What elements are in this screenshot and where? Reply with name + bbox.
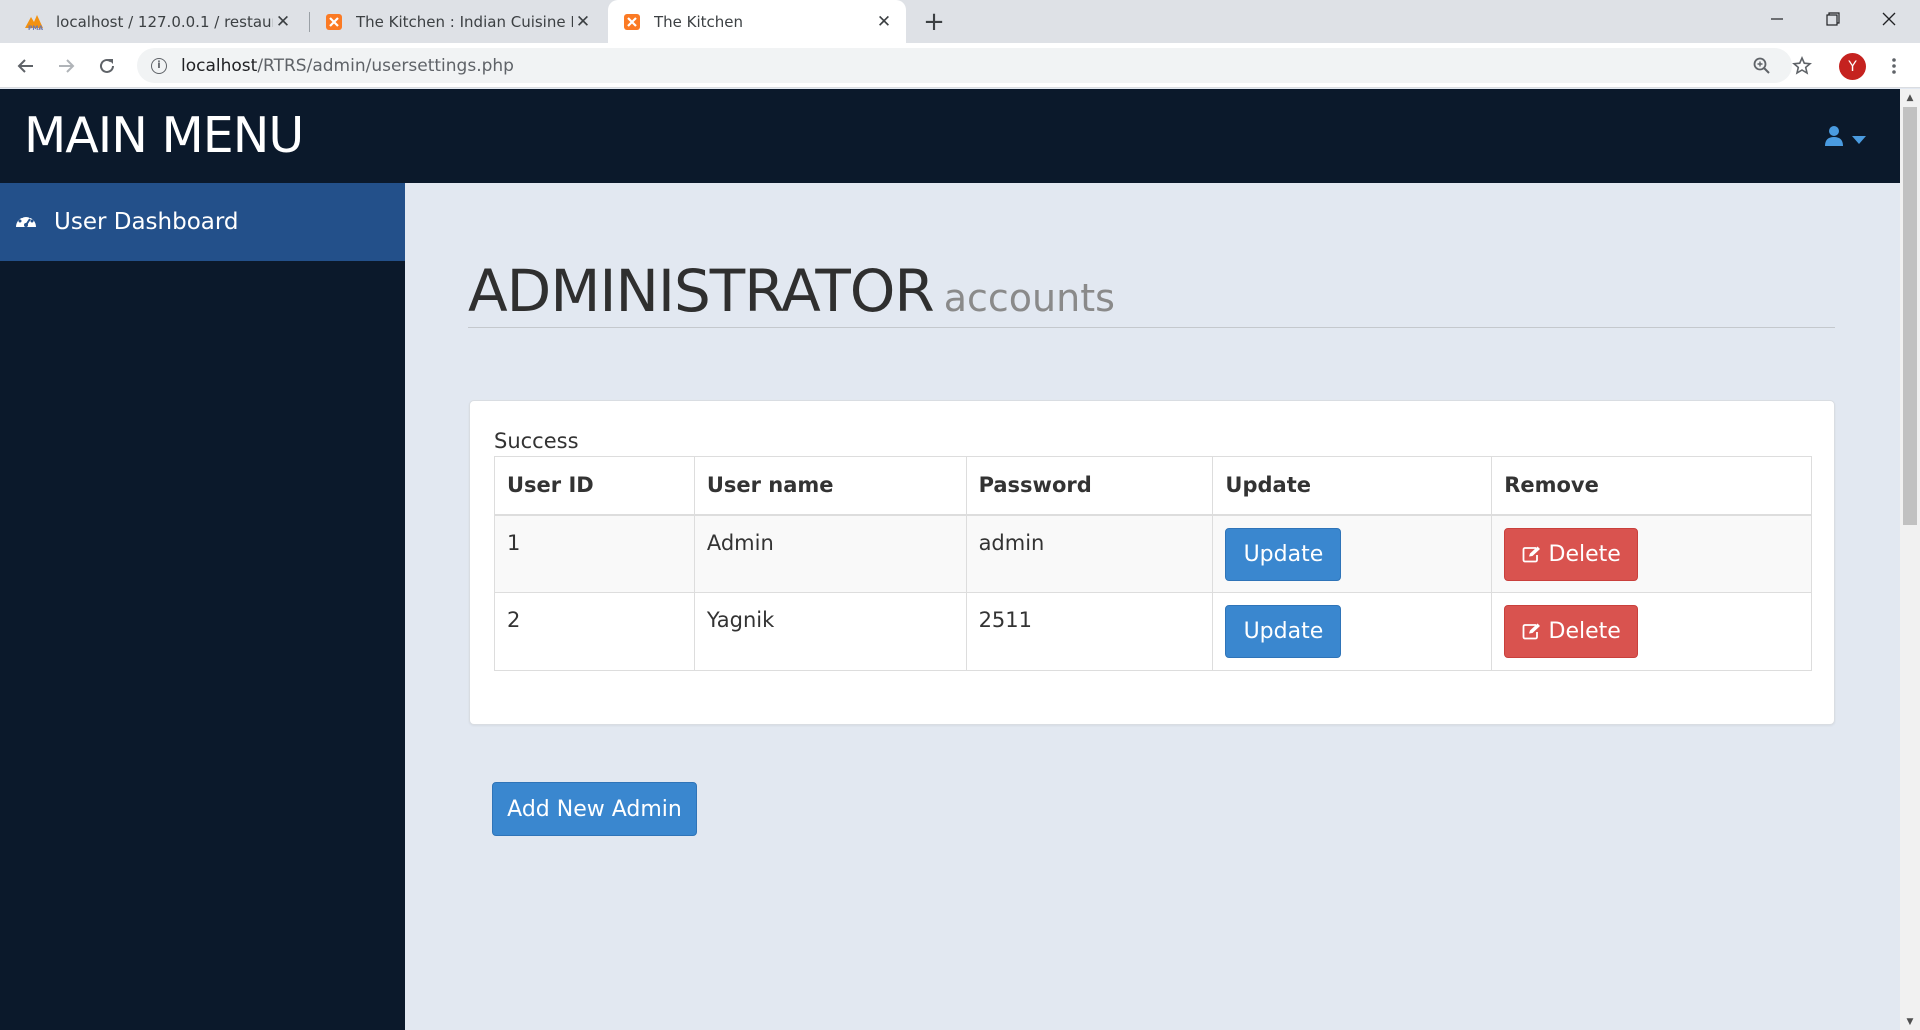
close-tab-icon[interactable]: ✕ (273, 12, 293, 32)
browser-tabstrip: PMA localhost / 127.0.0.1 / restaurant ✕… (0, 0, 1920, 43)
add-new-admin-button[interactable]: Add New Admin (492, 782, 697, 836)
admin-accounts-table: User ID User name Password Update Remove… (494, 456, 1812, 671)
table-row: 2 Yagnik 2511 Update Delete (494, 592, 1812, 671)
forward-arrow-icon[interactable] (50, 50, 82, 82)
svg-text:PMA: PMA (28, 25, 43, 31)
profile-avatar[interactable]: Y (1839, 53, 1866, 80)
site-info-icon[interactable]: i (151, 57, 167, 74)
brand-title[interactable]: MAIN MENU (24, 107, 304, 164)
table-row: 1 Admin admin Update Delete (494, 514, 1812, 593)
cell-password: 2511 (965, 592, 1214, 671)
edit-icon (1522, 546, 1541, 563)
scroll-up-arrow-icon[interactable]: ▲ (1900, 89, 1920, 106)
column-header-remove: Remove (1491, 456, 1812, 516)
restore-window-icon[interactable] (1808, 0, 1858, 38)
caret-down-icon (1852, 129, 1866, 148)
delete-button[interactable]: Delete (1504, 605, 1639, 658)
heading-divider (468, 327, 1835, 328)
status-message: Success (494, 429, 579, 453)
close-window-icon[interactable] (1864, 0, 1914, 38)
url-text: localhost/RTRS/admin/usersettings.php (181, 55, 514, 76)
scrollbar-thumb[interactable] (1903, 107, 1917, 525)
web-page: MAIN MENU User Dashboard ADMINISTRATOR a… (0, 89, 1900, 1030)
delete-button[interactable]: Delete (1504, 527, 1639, 581)
update-button[interactable]: Update (1225, 527, 1342, 581)
page-scrollbar[interactable]: ▲ ▼ (1900, 89, 1920, 1030)
back-arrow-icon[interactable] (10, 50, 42, 82)
delete-button-label: Delete (1548, 541, 1621, 567)
cell-update: Update (1212, 514, 1493, 593)
browser-tab-phpmyadmin[interactable]: PMA localhost / 127.0.0.1 / restaurant ✕ (0, 0, 305, 43)
delete-button-label: Delete (1548, 619, 1621, 644)
user-icon (1824, 125, 1844, 151)
close-tab-icon[interactable]: ✕ (573, 12, 593, 32)
page-title: ADMINISTRATOR (468, 257, 935, 325)
user-menu-toggle[interactable] (1824, 125, 1866, 151)
xampp-icon (622, 12, 642, 32)
page-subtitle: accounts (943, 276, 1115, 320)
scroll-down-arrow-icon[interactable]: ▼ (1900, 1013, 1920, 1030)
tab-title: The Kitchen (654, 12, 744, 31)
zoom-icon[interactable] (1746, 50, 1778, 82)
bookmark-star-icon[interactable] (1786, 50, 1818, 82)
browser-menu-icon[interactable] (1878, 50, 1910, 82)
page-heading: ADMINISTRATOR accounts (468, 257, 1115, 325)
xampp-icon (324, 12, 344, 32)
cell-user-id: 2 (494, 592, 695, 671)
table-header-row: User ID User name Password Update Remove (494, 456, 1812, 516)
tab-title: localhost / 127.0.0.1 / restaurant (56, 12, 273, 31)
reload-icon[interactable] (91, 50, 123, 82)
minimize-window-icon[interactable] (1752, 0, 1802, 38)
update-button[interactable]: Update (1225, 605, 1342, 658)
dashboard-icon (14, 210, 38, 234)
cell-remove: Delete (1491, 514, 1812, 593)
cell-username: Admin (693, 514, 967, 593)
column-header-user-id: User ID (494, 456, 695, 516)
cell-remove: Delete (1491, 592, 1812, 671)
main-content: ADMINISTRATOR accounts Success User ID U… (405, 183, 1900, 1030)
browser-toolbar: i localhost/RTRS/admin/usersettings.php … (0, 43, 1920, 88)
accounts-panel: Success User ID User name Password Updat… (469, 400, 1835, 725)
cell-update: Update (1212, 592, 1493, 671)
column-header-user-name: User name (693, 456, 967, 516)
cell-user-id: 1 (494, 514, 695, 593)
browser-tab-kitchen-cuisine[interactable]: The Kitchen : Indian Cuisine Resta ✕ (310, 0, 605, 43)
phpmyadmin-icon: PMA (24, 12, 44, 32)
tab-title: The Kitchen : Indian Cuisine Resta (356, 12, 573, 31)
sidebar-item-user-dashboard[interactable]: User Dashboard (0, 183, 405, 261)
new-tab-plus-icon[interactable]: + (920, 7, 948, 37)
sidebar: User Dashboard (0, 183, 405, 1030)
cell-password: admin (965, 514, 1214, 593)
close-tab-icon[interactable]: ✕ (874, 12, 894, 32)
sidebar-item-label: User Dashboard (54, 209, 239, 235)
column-header-password: Password (965, 456, 1214, 516)
column-header-update: Update (1212, 456, 1493, 516)
browser-tab-kitchen-active[interactable]: The Kitchen ✕ (608, 0, 906, 43)
top-navbar: MAIN MENU (0, 89, 1900, 183)
edit-icon (1522, 623, 1541, 640)
cell-username: Yagnik (693, 592, 967, 671)
address-bar[interactable]: i localhost/RTRS/admin/usersettings.php (137, 48, 1792, 83)
